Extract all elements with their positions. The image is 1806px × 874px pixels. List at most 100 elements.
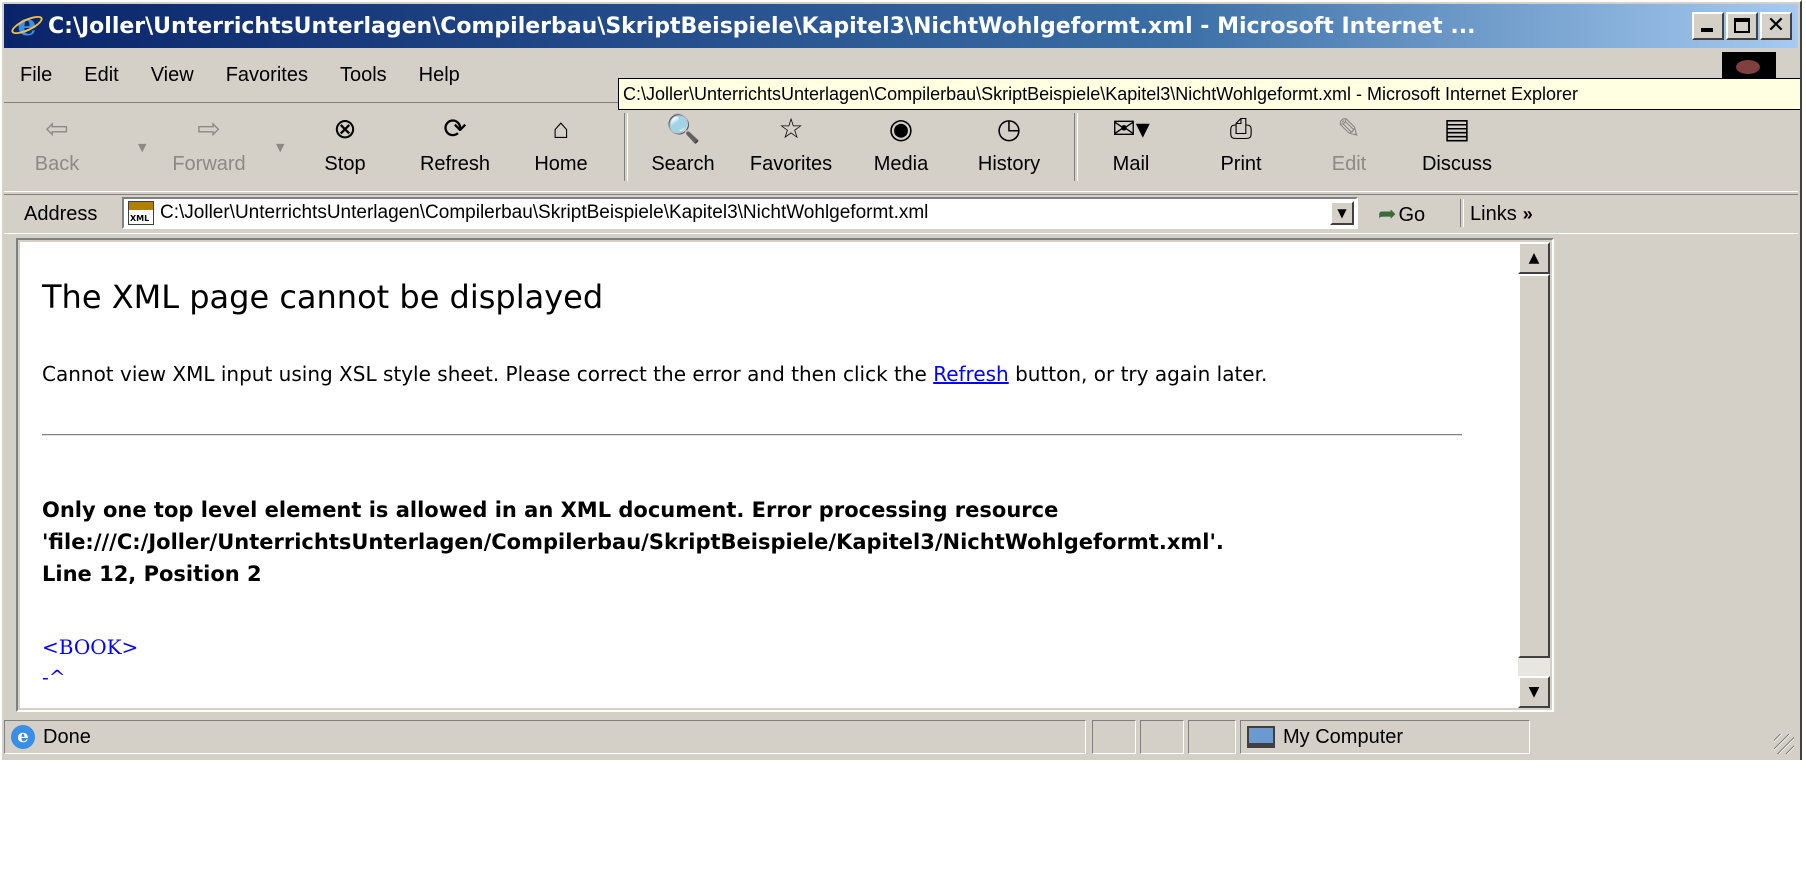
links-separator [1460,199,1464,227]
menu-tools[interactable]: Tools [324,64,403,87]
resize-grip[interactable] [1774,734,1794,754]
go-arrow-icon: ➦ [1378,201,1397,226]
print-button[interactable]: ⎙ Print [1196,111,1286,185]
toolbar-separator [624,113,628,181]
window-title: C:\Joller\UnterrichtsUnterlagen\Compiler… [48,13,1476,39]
source-line: <BOOK> [42,635,139,659]
menu-edit[interactable]: Edit [68,64,134,87]
status-pane [1092,720,1136,754]
caret-line: -^ [42,665,66,689]
zone-label: My Computer [1283,725,1404,748]
favorites-label: Favorites [749,153,833,175]
refresh-link[interactable]: Refresh [933,362,1009,386]
menu-file[interactable]: File [4,64,68,87]
close-button[interactable]: ✕ [1760,12,1792,40]
window-controls: ✕ [1692,12,1792,40]
go-button[interactable]: ➦ Go [1378,199,1448,229]
forward-label: Forward [172,153,246,175]
maximize-icon [1734,18,1750,33]
my-computer-icon [1247,726,1275,748]
status-pane [1140,720,1184,754]
address-url[interactable]: C:\Joller\UnterrichtsUnterlagen\Compiler… [160,202,928,224]
edit-label: Edit [1331,153,1367,175]
stop-icon: ⊗ [333,113,357,144]
history-icon: ◷ [996,113,1022,144]
go-label: Go [1398,204,1426,226]
page-title: The XML page cannot be displayed [42,278,604,316]
stop-button[interactable]: ⊗ Stop [300,111,390,185]
minimize-icon [1701,28,1713,32]
forward-button[interactable]: ⇨ Forward [164,111,254,185]
media-button[interactable]: ◉ Media [856,111,946,185]
menu-favorites[interactable]: Favorites [210,64,324,87]
xml-file-icon: XML [128,201,154,225]
links-label: Links [1470,203,1517,225]
toolbar-separator [1074,113,1078,181]
favorites-button[interactable]: ☆ Favorites [746,111,836,185]
stop-label: Stop [324,153,366,175]
internet-explorer-icon[interactable]: e [9,11,45,41]
address-dropdown-button[interactable]: ▼ [1330,201,1354,225]
search-label: Search [651,153,715,175]
scroll-thumb[interactable] [1518,274,1550,658]
refresh-button[interactable]: ⟳ Refresh [410,111,500,185]
back-dropdown-icon[interactable]: ▼ [138,141,146,154]
standard-toolbar: ⇦ Back ▼ ⇨ Forward ▼ ⊗ Stop ⟳ Refresh ⌂ … [4,102,1798,192]
error-position: Line 12, Position 2 [42,562,262,586]
print-label: Print [1220,153,1262,175]
refresh-label: Refresh [419,153,491,175]
maximize-button[interactable] [1726,12,1758,40]
home-button[interactable]: ⌂ Home [516,111,606,185]
title-tooltip: C:\Joller\UnterrichtsUnterlagen\Compiler… [618,78,1800,110]
chevron-down-icon: ▼ [1337,206,1347,220]
status-text: Done [43,725,91,748]
forward-dropdown-icon[interactable]: ▼ [276,141,284,154]
error-resource-path: 'file:///C:/Joller/UnterrichtsUnterlagen… [42,530,1224,554]
forward-arrow-icon: ⇨ [197,113,221,144]
edit-icon: ✎ [1337,113,1361,144]
title-bar[interactable]: e C:\Joller\UnterrichtsUnterlagen\Compil… [4,4,1798,48]
media-label: Media [873,153,929,175]
address-field[interactable]: XML C:\Joller\UnterrichtsUnterlagen\Comp… [122,197,1358,229]
divider [42,434,1462,436]
arrow-down-icon: ▼ [1528,684,1540,700]
scroll-down-button[interactable]: ▼ [1518,676,1550,708]
status-pane [1188,720,1236,754]
history-button[interactable]: ◷ History [964,111,1054,185]
menu-help[interactable]: Help [403,64,476,87]
error-source: <BOOK> -^ [42,632,138,692]
menu-bar: File Edit View Favorites Tools Help [4,52,476,98]
history-label: History [977,153,1041,175]
vertical-scrollbar[interactable]: ▲ ▼ [1518,242,1550,708]
back-button[interactable]: ⇦ Back [12,111,102,185]
browser-window: e C:\Joller\UnterrichtsUnterlagen\Compil… [0,0,1802,870]
security-zone[interactable]: My Computer [1240,720,1530,754]
refresh-icon: ⟳ [443,113,467,144]
content-frame: The XML page cannot be displayed Cannot … [16,238,1554,712]
error-message: Only one top level element is allowed in… [42,494,1482,590]
minimize-button[interactable] [1692,12,1724,40]
mail-button[interactable]: ✉▾ Mail [1086,111,1176,185]
discuss-label: Discuss [1421,153,1492,175]
media-icon: ◉ [888,113,914,144]
description-text-end: button, or try again later. [1008,362,1268,386]
mail-icon: ✉▾ [1112,113,1150,144]
links-button[interactable]: Links» [1470,199,1533,229]
home-label: Home [534,153,588,175]
favorites-icon: ☆ [778,113,804,144]
chevron-right-icon: » [1522,204,1533,224]
mail-label: Mail [1112,153,1150,175]
search-button[interactable]: 🔍 Search [638,111,728,185]
close-icon: ✕ [1766,13,1786,38]
back-arrow-icon: ⇦ [45,113,69,144]
menu-view[interactable]: View [135,64,210,87]
discuss-button[interactable]: ▤ Discuss [1412,111,1502,185]
background-area [0,760,1806,874]
description-text: Cannot view XML input using XSL style sh… [42,362,934,386]
arrow-up-icon: ▲ [1528,250,1540,266]
status-bar: e Done My Computer [4,718,1798,758]
scroll-up-button[interactable]: ▲ [1518,242,1550,274]
edit-button[interactable]: ✎ Edit [1304,111,1394,185]
address-label: Address [24,202,98,225]
page-content: The XML page cannot be displayed Cannot … [20,242,1518,708]
